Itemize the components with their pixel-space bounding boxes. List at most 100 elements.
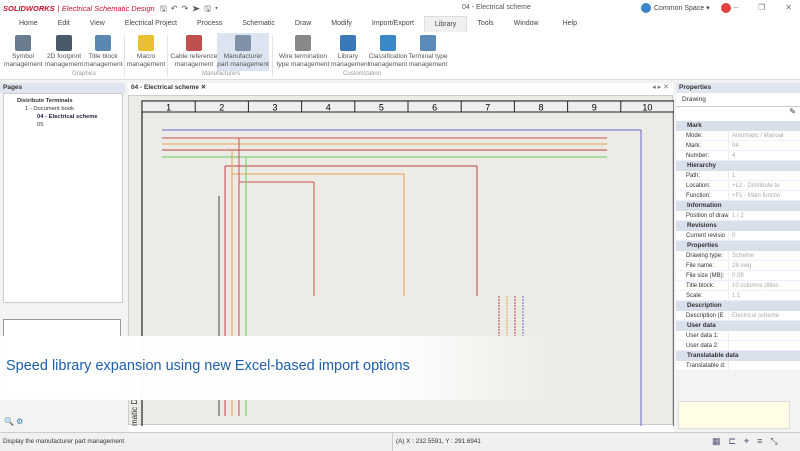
- column-number: 3: [272, 103, 277, 113]
- property-value[interactable]: +F1 - Main functio: [728, 191, 800, 200]
- menu-tools[interactable]: Tools: [467, 16, 503, 32]
- close-tab-icon[interactable]: ✕: [201, 84, 206, 91]
- app-title: | Electrical Schematic Design: [57, 3, 155, 13]
- property-row: Function: +F1 - Main functio: [676, 191, 800, 201]
- property-value[interactable]: +L2 - Distribute te: [728, 181, 800, 190]
- property-row: Title block: 10 columns (titles: [676, 281, 800, 291]
- menu-edit[interactable]: Edit: [48, 16, 80, 32]
- menu-modify[interactable]: Modify: [321, 16, 362, 32]
- cable-reference-icon: [186, 35, 202, 51]
- property-row: User data 2:: [676, 341, 800, 351]
- minimize-icon[interactable]: –: [734, 3, 738, 12]
- classification-icon: [380, 35, 396, 51]
- menu-electrical-project[interactable]: Electrical Project: [115, 16, 187, 32]
- button-label-1: 2D footprint: [46, 53, 82, 60]
- property-value[interactable]: [728, 361, 800, 370]
- quick-access-toolbar[interactable]: 🖫↶↷➤🖫▾: [160, 3, 222, 17]
- section-properties[interactable]: Properties: [676, 241, 800, 251]
- property-value[interactable]: 0.09: [728, 271, 800, 280]
- terminal-type-management-button[interactable]: Terminal type management: [406, 33, 450, 71]
- menu-library[interactable]: Library: [423, 16, 468, 32]
- property-value[interactable]: 28.ewg: [728, 261, 800, 270]
- property-key: Drawing type:: [686, 253, 723, 259]
- menu-schematic[interactable]: Schematic: [232, 16, 285, 32]
- solidworks-logo: SOLIDWORKS: [3, 3, 55, 13]
- column-number: 9: [592, 103, 597, 113]
- property-value[interactable]: Automatic / Manual: [728, 131, 800, 140]
- button-label-1: Library: [337, 53, 359, 60]
- status-view-icons[interactable]: ▦⊏⌖≡⤡: [712, 436, 786, 447]
- tree-page-05[interactable]: 05: [9, 121, 117, 129]
- menu-import-export[interactable]: Import/Export: [362, 16, 424, 32]
- section-mark[interactable]: Mark: [676, 121, 800, 131]
- classification-management-button[interactable]: Classification management: [366, 33, 410, 71]
- section-information[interactable]: Information: [676, 201, 800, 211]
- 2d-footprint-icon: [56, 35, 72, 51]
- property-value[interactable]: 1: [728, 171, 800, 180]
- column-number: 2: [219, 103, 224, 113]
- manufacturer-part-management-button[interactable]: Manufacturer part management: [217, 33, 269, 71]
- section-hierarchy[interactable]: Hierarchy: [676, 161, 800, 171]
- property-value[interactable]: 0: [728, 231, 800, 240]
- macro-icon: [138, 35, 154, 51]
- menu-process[interactable]: Process: [187, 16, 232, 32]
- button-label-1: Classification: [368, 53, 408, 60]
- tree-project[interactable]: Distribute Terminals: [9, 97, 117, 105]
- symbol-management-button[interactable]: Symbol management: [4, 33, 43, 71]
- property-value[interactable]: Electrical scheme: [728, 311, 800, 320]
- property-value[interactable]: 4: [728, 151, 800, 160]
- wire-termination-type-management-button[interactable]: Wire termination type management: [276, 33, 330, 71]
- title-block-management-button[interactable]: Title block management: [84, 33, 123, 71]
- menu-window[interactable]: Window: [504, 16, 549, 32]
- tab-electrical-scheme[interactable]: 04 - Electrical scheme ✕: [128, 83, 673, 93]
- menu-draw[interactable]: Draw: [285, 16, 321, 32]
- section-translatable-data[interactable]: Translatable data: [676, 351, 800, 361]
- close-icon[interactable]: ✕: [785, 3, 792, 12]
- section-revisions[interactable]: Revisions: [676, 221, 800, 231]
- button-label-1: Title block: [88, 53, 118, 60]
- property-key: Number:: [686, 153, 710, 159]
- property-key: File name:: [686, 263, 715, 269]
- column-number: 5: [379, 103, 384, 113]
- library-management-button[interactable]: Library management: [331, 33, 370, 71]
- property-key: Description (E: [686, 313, 724, 319]
- property-key: User data 1:: [686, 333, 719, 339]
- section-description[interactable]: Description: [676, 301, 800, 311]
- edit-pencil-icon[interactable]: ✎: [676, 107, 800, 121]
- preview-icons[interactable]: 🔍 ⚙: [4, 417, 23, 426]
- property-value[interactable]: 10 columns (titles: [728, 281, 800, 290]
- property-key: Location:: [686, 183, 711, 189]
- cable-reference-management-button[interactable]: Cable reference management: [170, 33, 218, 71]
- restore-icon[interactable]: ❐: [758, 3, 765, 12]
- user-avatar[interactable]: [720, 3, 731, 13]
- title-block-icon: [95, 35, 111, 51]
- menu-home[interactable]: Home: [9, 16, 48, 32]
- property-row: Description (E Electrical scheme: [676, 311, 800, 321]
- wire-termination-icon: [295, 35, 311, 51]
- tree-book[interactable]: 1 - Document book: [9, 105, 117, 113]
- property-value[interactable]: 1 / 2: [728, 211, 800, 220]
- tree-page-04[interactable]: 04 - Electrical scheme: [9, 113, 117, 121]
- manufacturer-icon: [235, 35, 251, 51]
- property-value[interactable]: 04: [728, 141, 800, 150]
- ribbon-library: Symbol management 2D footprint management Ti…: [0, 32, 800, 80]
- property-key: Mode:: [686, 133, 703, 139]
- tab-nav[interactable]: ◂ ▸ ✕: [652, 83, 669, 91]
- property-value[interactable]: Scheme: [728, 251, 800, 260]
- status-bar: Display the manufacturer part management…: [0, 432, 800, 451]
- property-value[interactable]: [728, 331, 800, 340]
- property-row: Drawing type: Scheme: [676, 251, 800, 261]
- column-number: 7: [485, 103, 490, 113]
- macro-management-button[interactable]: Macro management: [126, 33, 166, 71]
- section-user-data[interactable]: User data: [676, 321, 800, 331]
- common-space-button[interactable]: Common Space ▾: [641, 3, 731, 13]
- property-value[interactable]: [728, 341, 800, 350]
- menu-view[interactable]: View: [80, 16, 115, 32]
- 2d-footprint-management-button[interactable]: 2D footprint management: [44, 33, 84, 71]
- tab-drawing[interactable]: Drawing: [676, 93, 800, 107]
- button-label-1: Manufacturer: [223, 53, 263, 60]
- ribbon-separator: [272, 36, 273, 76]
- menu-help[interactable]: Help: [553, 16, 587, 32]
- property-value[interactable]: 1:1: [728, 291, 800, 300]
- property-row: Current revisio 0: [676, 231, 800, 241]
